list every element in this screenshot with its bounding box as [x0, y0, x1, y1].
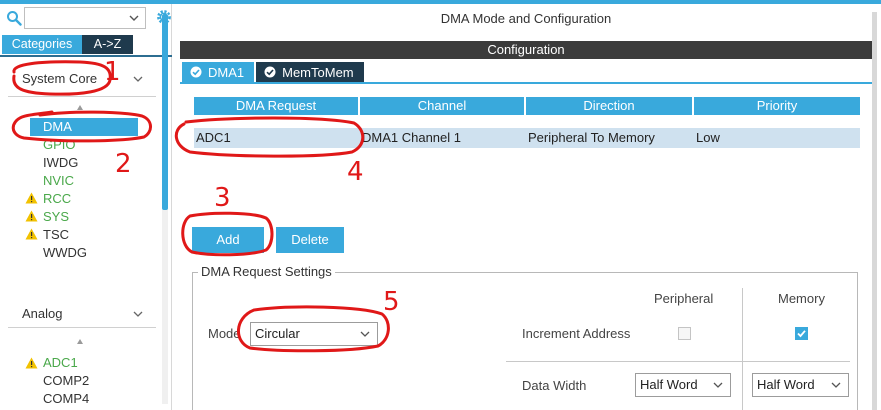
chevron-down-icon [360, 331, 370, 337]
app-window: Categories A->Z System Core DMA GPIO IWD… [0, 0, 881, 410]
data-width-memory-value: Half Word [757, 377, 815, 392]
tab-categories[interactable]: Categories [2, 35, 82, 54]
search-input[interactable] [25, 8, 145, 28]
column-divider [742, 288, 743, 410]
sidebar-item-tsc[interactable]: TSC [43, 226, 69, 244]
chevron-down-icon [831, 382, 841, 388]
warning-icon [25, 357, 38, 369]
check-icon [797, 330, 806, 338]
sidebar-item-gpio[interactable]: GPIO [43, 136, 76, 154]
settings-legend: DMA Request Settings [198, 265, 335, 279]
chevron-down-icon [713, 382, 723, 388]
data-width-peripheral-select[interactable]: Half Word [635, 373, 731, 397]
category-divider [8, 96, 156, 97]
check-circle-icon [190, 66, 202, 78]
left-scrollbar-thumb[interactable] [162, 14, 168, 210]
category-divider [8, 327, 156, 328]
column-header-direction[interactable]: Direction [526, 97, 692, 115]
mode-value: Circular [255, 326, 300, 341]
tab-memtomem[interactable]: MemToMem [256, 62, 364, 82]
chevron-down-icon[interactable] [128, 12, 140, 24]
add-button[interactable]: Add [192, 227, 264, 253]
row-divider [506, 361, 850, 362]
mode-select[interactable]: Circular [250, 322, 378, 346]
data-width-memory-select[interactable]: Half Word [752, 373, 849, 397]
sidebar-item-rcc[interactable]: RCC [43, 190, 71, 208]
chevron-down-icon [133, 311, 143, 317]
category-label: System Core [22, 71, 98, 86]
data-width-peripheral-value: Half Word [640, 377, 698, 392]
increment-memory-checkbox[interactable] [795, 327, 808, 340]
dma-tabs: DMA1 MemToMem [182, 62, 364, 82]
tab-label: DMA1 [208, 64, 245, 80]
collapse-up-icon[interactable] [76, 338, 84, 346]
category-system-core[interactable]: System Core [22, 68, 152, 90]
sidebar-item-sys[interactable]: SYS [43, 208, 69, 226]
sidebar-item-adc1[interactable]: ADC1 [43, 354, 78, 372]
sidebar-item-nvic[interactable]: NVIC [43, 172, 74, 190]
right-scrollbar[interactable] [872, 12, 877, 410]
increment-address-label: Increment Address [522, 326, 631, 341]
cell-channel: DMA1 Channel 1 [362, 130, 461, 145]
cell-dma-request: ADC1 [196, 130, 231, 145]
sidebar-item-comp4[interactable]: COMP4 [43, 390, 89, 408]
column-header-dma-request[interactable]: DMA Request [194, 97, 358, 115]
column-header-priority[interactable]: Priority [694, 97, 860, 115]
data-width-label: Data Width [522, 378, 587, 393]
sidebar-item-iwdg[interactable]: IWDG [43, 154, 78, 172]
delete-button[interactable]: Delete [276, 227, 344, 253]
tab-dma1[interactable]: DMA1 [182, 62, 255, 82]
chevron-down-icon [133, 76, 143, 82]
warning-icon [25, 210, 38, 222]
increment-peripheral-checkbox[interactable] [678, 327, 691, 340]
column-header-channel[interactable]: Channel [360, 97, 524, 115]
search-icon[interactable] [6, 10, 22, 26]
tab-label: MemToMem [282, 64, 354, 80]
column-label-peripheral: Peripheral [654, 291, 714, 306]
tabs-underline [180, 82, 872, 84]
view-tabs: Categories A->Z [2, 35, 133, 54]
check-circle-icon [264, 66, 276, 78]
category-label: Analog [22, 306, 63, 321]
column-label-memory: Memory [778, 291, 825, 306]
panel-title: DMA Mode and Configuration [440, 11, 612, 26]
table-row[interactable]: ADC1 DMA1 Channel 1 Peripheral To Memory… [194, 128, 860, 148]
tab-a-to-z[interactable]: A->Z [82, 35, 133, 54]
collapse-up-icon[interactable] [76, 104, 84, 112]
config-panel: DMA Mode and Configuration Configuration… [176, 4, 881, 410]
sidebar-item-wwdg[interactable]: WWDG [43, 244, 87, 262]
warning-icon [25, 192, 38, 204]
configuration-bar: Configuration [180, 41, 872, 59]
dma-request-table: DMA Request Channel Direction Priority A… [194, 97, 860, 148]
sidebar-item-comp2[interactable]: COMP2 [43, 372, 89, 390]
sidebar-item-dma[interactable]: DMA [30, 118, 138, 136]
table-header: DMA Request Channel Direction Priority [194, 97, 860, 115]
search-combo[interactable] [24, 7, 146, 29]
warning-icon [25, 228, 38, 240]
cell-direction: Peripheral To Memory [528, 130, 655, 145]
left-panel: Categories A->Z System Core DMA GPIO IWD… [0, 4, 172, 410]
category-analog[interactable]: Analog [22, 303, 152, 325]
tabs-separator [0, 55, 172, 57]
mode-label: Mode [208, 326, 241, 341]
cell-priority: Low [696, 130, 720, 145]
